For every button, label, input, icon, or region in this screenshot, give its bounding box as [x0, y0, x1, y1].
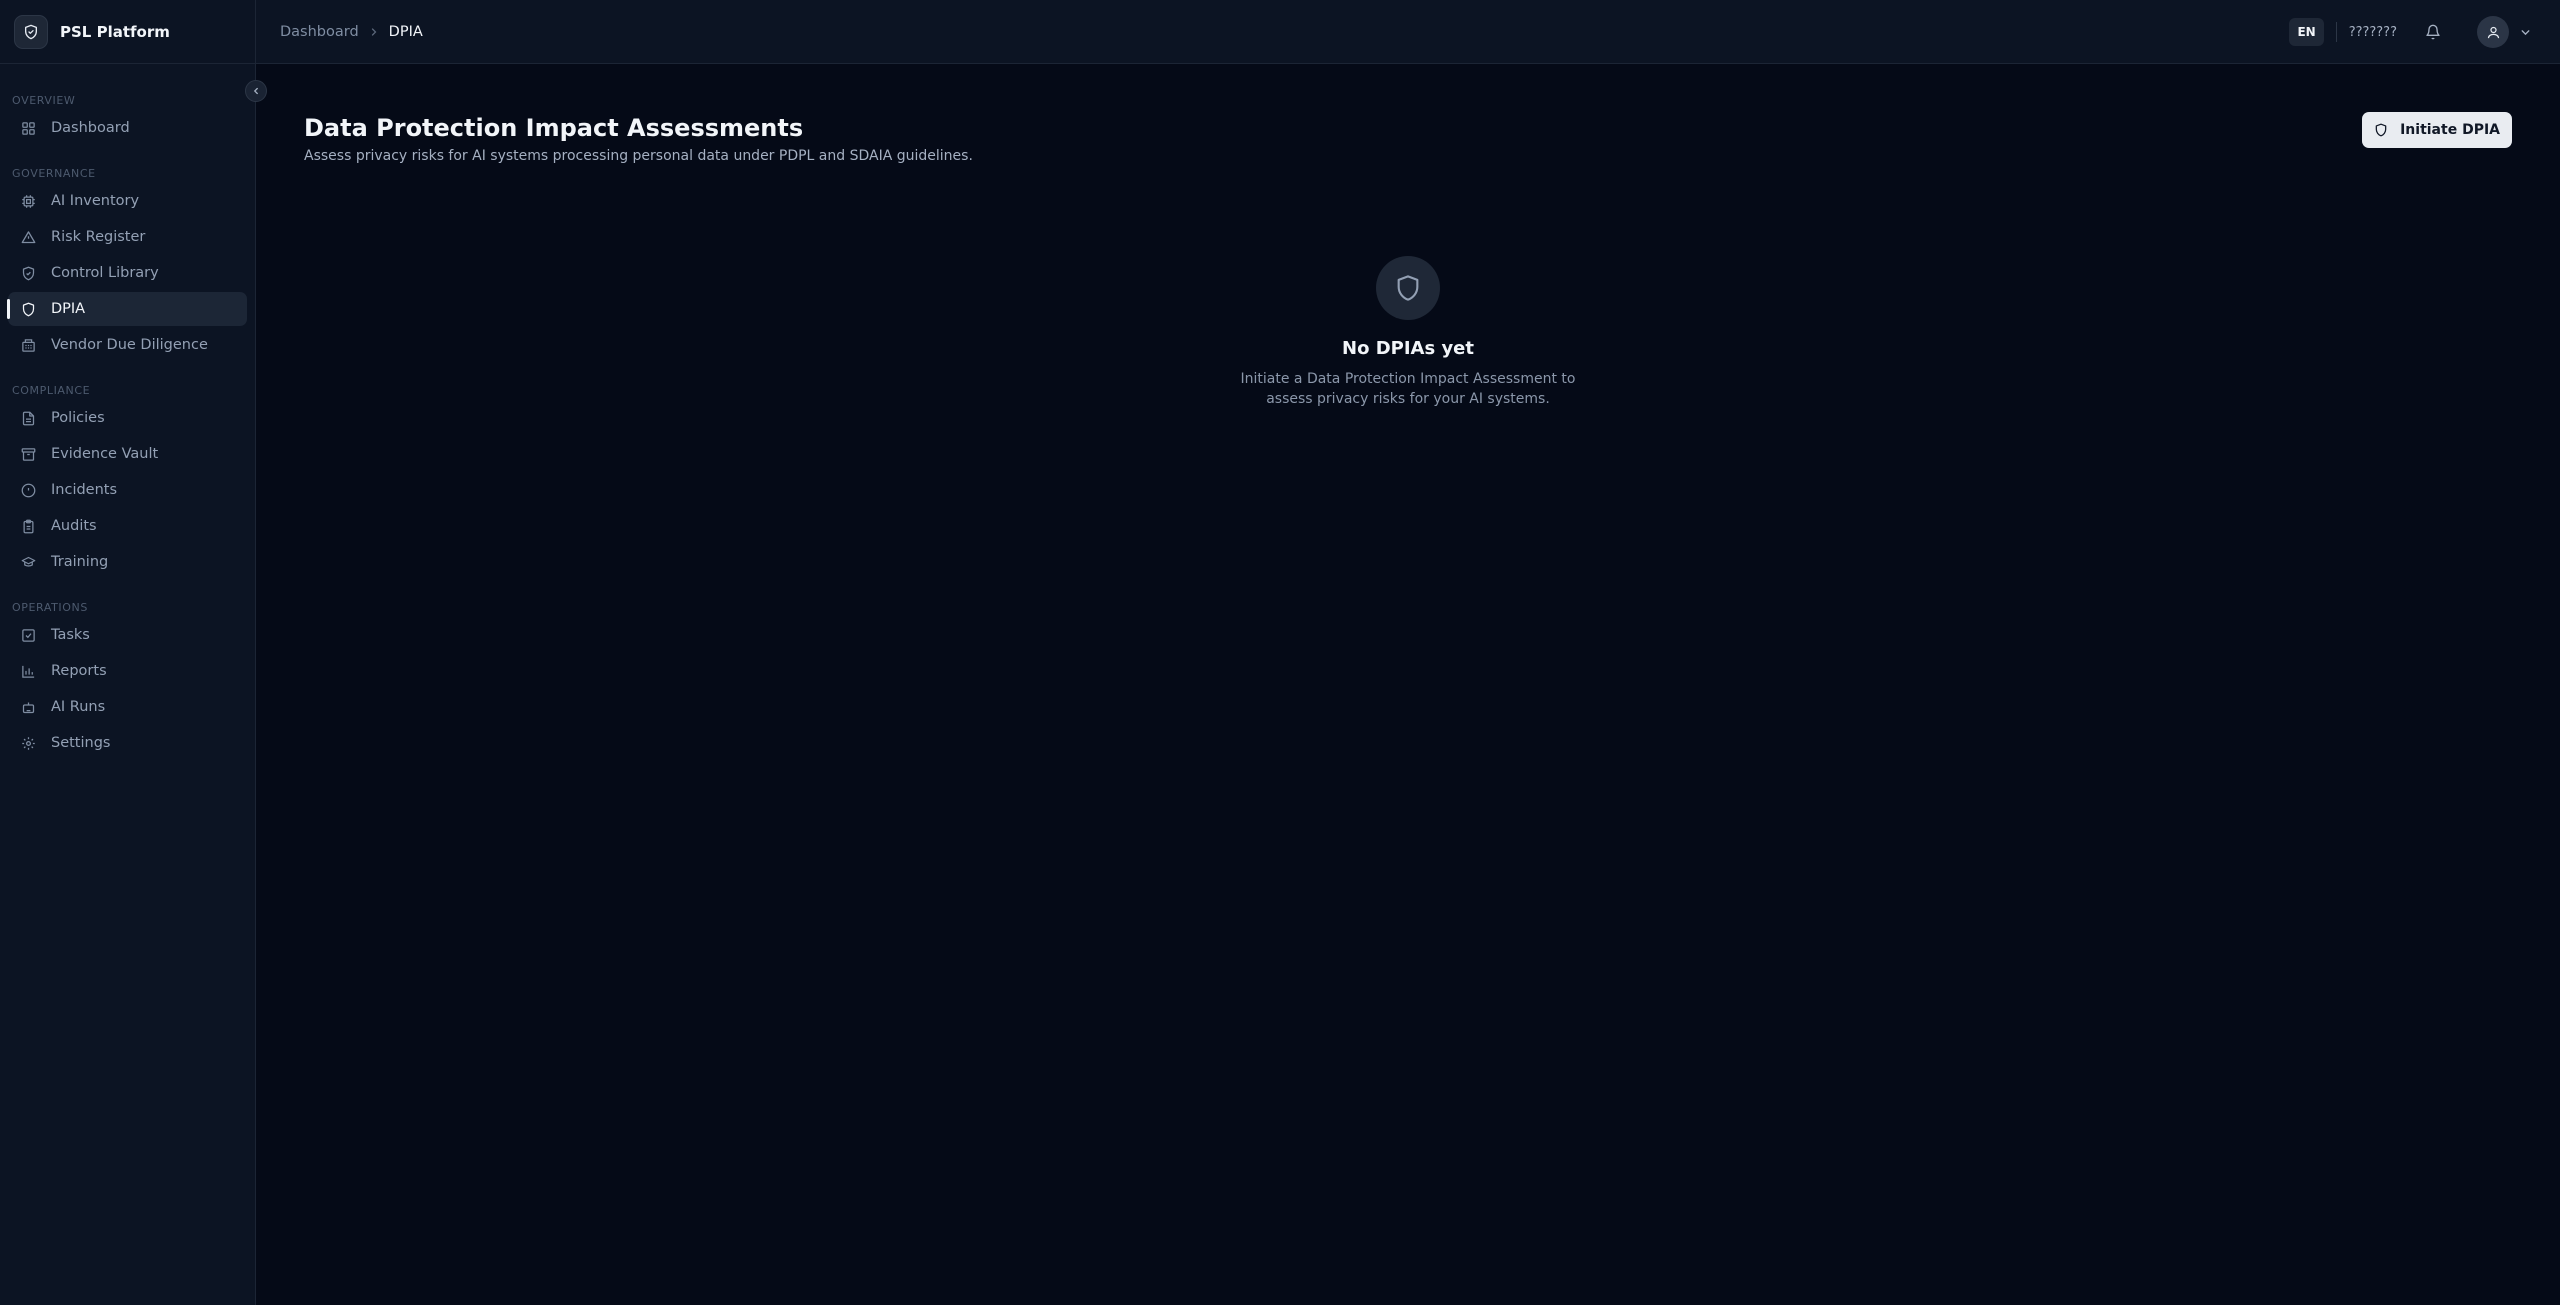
- shield-logo-icon: [14, 14, 48, 49]
- main-content: Data Protection Impact Assessments Asses…: [256, 64, 2560, 1305]
- sidebar-item-vendor-due-diligence[interactable]: Vendor Due Diligence: [8, 328, 247, 362]
- nav-section-label: COMPLIANCE: [12, 384, 91, 397]
- breadcrumb-current: DPIA: [388, 23, 423, 40]
- chevron-left-icon: [253, 87, 258, 95]
- sidebar-item-label: Vendor Due Diligence: [51, 337, 208, 353]
- bar-chart-icon: [20, 663, 36, 679]
- sidebar-item-evidence-vault[interactable]: Evidence Vault: [8, 437, 247, 471]
- divider: [2335, 22, 2337, 42]
- breadcrumb: Dashboard DPIA: [256, 24, 423, 40]
- sidebar-item-dpia[interactable]: DPIA: [7, 292, 247, 326]
- clipboard-icon: [20, 518, 36, 534]
- page-title: Data Protection Impact Assessments: [304, 114, 804, 142]
- sidebar-item-ai-inventory[interactable]: AI Inventory: [8, 184, 247, 218]
- graduation-cap-icon: [20, 554, 36, 570]
- sidebar-item-label: Tasks: [51, 627, 90, 643]
- sidebar-item-control-library[interactable]: Control Library: [8, 256, 247, 290]
- sidebar-nav: OVERVIEW Dashboard GOVERNANCE AI Invento…: [0, 64, 255, 760]
- sidebar-collapse-button[interactable]: [245, 80, 267, 102]
- shield-icon: [20, 301, 36, 317]
- language-toggle-alt[interactable]: ???????: [2349, 25, 2397, 40]
- sidebar: PSL Platform OVERVIEW Dashboard GOVERNAN…: [0, 0, 256, 1305]
- sidebar-item-incidents[interactable]: Incidents: [8, 473, 247, 507]
- shield-icon: [1376, 256, 1440, 320]
- sidebar-item-reports[interactable]: Reports: [8, 654, 247, 688]
- initiate-dpia-button[interactable]: Initiate DPIA: [2362, 112, 2512, 148]
- building-icon: [20, 337, 36, 353]
- empty-state-title: No DPIAs yet: [1342, 338, 1474, 359]
- breadcrumb-parent[interactable]: Dashboard: [280, 24, 359, 40]
- nav-section-overview: OVERVIEW Dashboard: [0, 92, 255, 145]
- brand[interactable]: PSL Platform: [0, 0, 255, 64]
- sidebar-item-tasks[interactable]: Tasks: [8, 618, 247, 652]
- avatar: [2477, 16, 2509, 48]
- nav-section-operations: OPERATIONS Tasks Reports AI Runs Setting…: [0, 599, 255, 760]
- sidebar-item-settings[interactable]: Settings: [8, 726, 247, 760]
- sidebar-item-label: Reports: [51, 663, 107, 679]
- sidebar-item-label: Control Library: [51, 265, 159, 281]
- sidebar-item-ai-runs[interactable]: AI Runs: [8, 690, 247, 724]
- shield-check-icon: [20, 265, 36, 281]
- sidebar-item-label: DPIA: [51, 301, 86, 317]
- language-toggle-en[interactable]: EN: [2289, 18, 2324, 46]
- document-icon: [20, 410, 36, 426]
- warning-triangle-icon: [20, 229, 36, 245]
- nav-section-governance: GOVERNANCE AI Inventory Risk Register Co…: [0, 165, 255, 362]
- sidebar-item-label: Risk Register: [51, 229, 146, 245]
- sidebar-item-label: Dashboard: [51, 120, 130, 136]
- bell-icon[interactable]: [2425, 24, 2441, 40]
- sidebar-item-label: Audits: [51, 518, 97, 534]
- sidebar-item-label: Policies: [51, 410, 105, 426]
- nav-section-label: OVERVIEW: [12, 94, 76, 107]
- alert-circle-icon: [20, 482, 36, 498]
- header-actions: EN ???????: [2289, 0, 2532, 64]
- robot-icon: [20, 699, 36, 715]
- sidebar-item-label: Evidence Vault: [51, 446, 159, 462]
- top-header: Dashboard DPIA EN ???????: [256, 0, 2560, 64]
- sidebar-item-label: Settings: [51, 735, 111, 751]
- page-subtitle: Assess privacy risks for AI systems proc…: [304, 148, 973, 164]
- shield-icon: [2374, 123, 2388, 137]
- brand-name: PSL Platform: [60, 22, 170, 41]
- sidebar-item-risk-register[interactable]: Risk Register: [8, 220, 247, 254]
- sidebar-item-label: Training: [51, 554, 109, 570]
- nav-section-compliance: COMPLIANCE Policies Evidence Vault Incid…: [0, 382, 255, 579]
- sidebar-item-label: AI Inventory: [51, 193, 140, 209]
- grid-icon: [20, 120, 36, 136]
- sidebar-item-dashboard[interactable]: Dashboard: [8, 111, 247, 145]
- nav-section-label: OPERATIONS: [12, 601, 88, 614]
- initiate-dpia-label: Initiate DPIA: [2400, 122, 2500, 138]
- checkbox-icon: [20, 627, 36, 643]
- user-menu[interactable]: [2477, 16, 2532, 48]
- nav-section-label: GOVERNANCE: [12, 167, 96, 180]
- user-icon: [2487, 26, 2499, 38]
- sidebar-item-training[interactable]: Training: [8, 545, 247, 579]
- gear-icon: [20, 735, 36, 751]
- sidebar-item-policies[interactable]: Policies: [8, 401, 247, 435]
- cpu-icon: [20, 193, 36, 209]
- empty-state-description: Initiate a Data Protection Impact Assess…: [1240, 371, 1576, 407]
- archive-icon: [20, 446, 36, 462]
- sidebar-item-label: AI Runs: [51, 699, 106, 715]
- empty-state: No DPIAs yet Initiate a Data Protection …: [1184, 256, 1632, 409]
- app-root: PSL Platform OVERVIEW Dashboard GOVERNAN…: [0, 0, 2560, 1305]
- sidebar-item-label: Incidents: [51, 482, 118, 498]
- sidebar-item-audits[interactable]: Audits: [8, 509, 247, 543]
- chevron-right-icon: [368, 26, 380, 38]
- chevron-down-icon: [2519, 26, 2532, 39]
